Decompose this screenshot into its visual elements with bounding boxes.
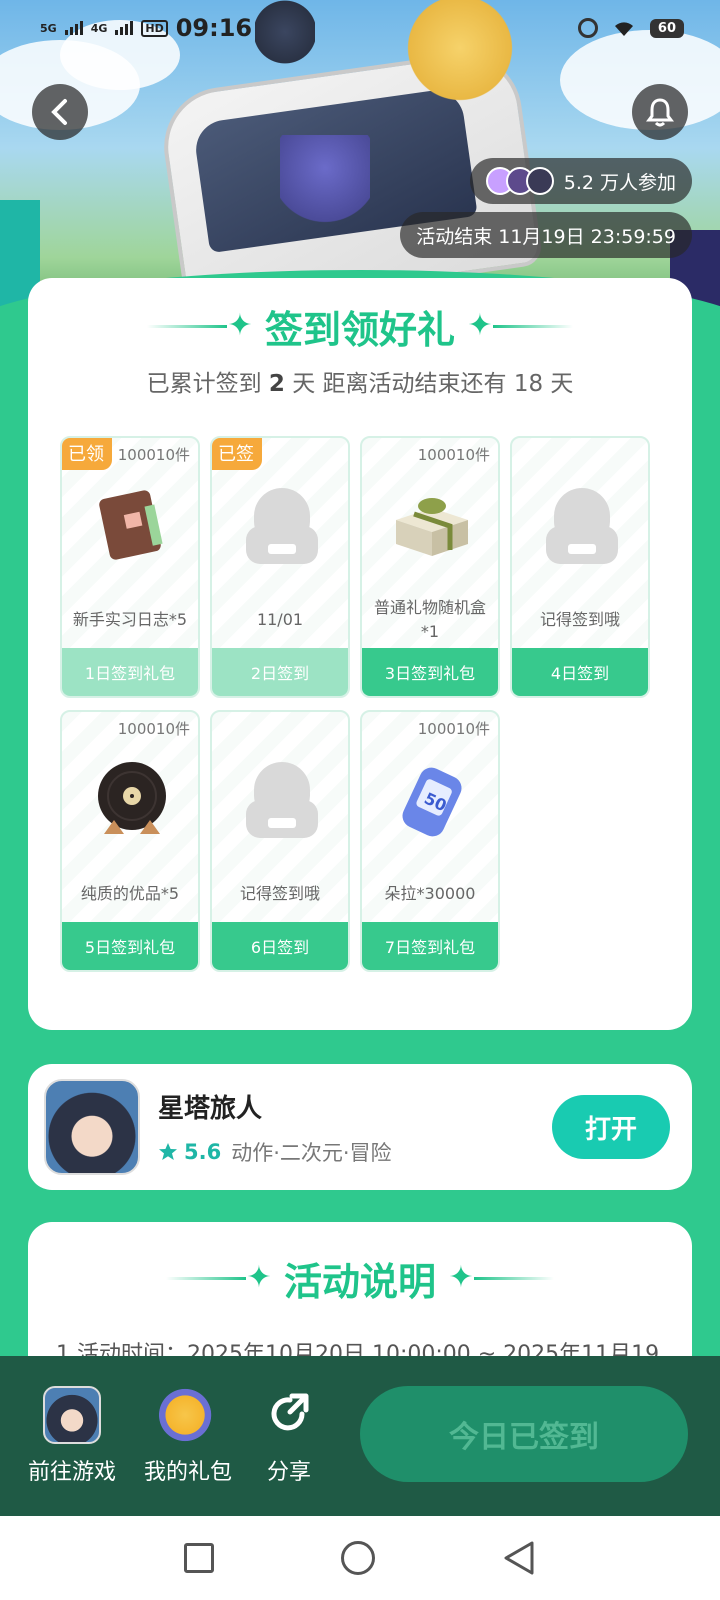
checkin-today-button[interactable]: 今日已签到 <box>360 1386 688 1482</box>
share-button[interactable]: 分享 <box>260 1386 318 1486</box>
title-decoration-right: ✦ <box>467 311 573 341</box>
wifi-icon <box>614 22 633 36</box>
day-label: 3日签到礼包 <box>362 648 498 696</box>
participants-count: 5.2 万人参加 <box>563 171 676 194</box>
coin-roll-icon: 50 <box>390 758 474 842</box>
banner-character-purple <box>280 135 370 245</box>
battery-icon: 60 <box>649 18 684 38</box>
day-label: 2日签到 <box>212 648 348 696</box>
sim1-type: 5G <box>40 21 57 35</box>
share-label: 分享 <box>267 1460 312 1485</box>
day-tile-6[interactable]: 记得签到哦 6日签到 <box>210 710 350 972</box>
participants-pill: 5.2 万人参加 <box>469 158 692 204</box>
item-name: 普通礼物随机盒*1 <box>373 598 486 641</box>
participant-avatars <box>485 167 554 195</box>
day-tile-1[interactable]: 已领 100010件 新手实习日志*5 1日签到礼包 <box>60 436 200 698</box>
item-name: 新手实习日志*5 <box>72 610 188 629</box>
item-quantity: 100010件 <box>117 446 190 464</box>
chevron-left-icon <box>51 99 67 125</box>
item-name: 朵拉*30000 <box>384 884 476 903</box>
notification-button[interactable] <box>632 84 688 140</box>
item-name: 11/01 <box>256 610 304 629</box>
signal-icon <box>64 21 83 35</box>
goto-game-button[interactable]: 前往游戏 <box>28 1386 116 1486</box>
rules-title-row: ✦ 活动说明 ✦ <box>28 1250 692 1306</box>
day-tile-4[interactable]: 记得签到哦 4日签到 <box>510 436 650 698</box>
game-meta: 5.6 动作·二次元·冒险 <box>158 1137 552 1167</box>
item-name: 纯质的优品*5 <box>80 884 180 903</box>
game-name: 星塔旅人 <box>158 1093 263 1124</box>
my-gifts-button[interactable]: 我的礼包 <box>144 1386 232 1486</box>
bottom-action-bar: 前往游戏 我的礼包 分享 今日已签到 <box>0 1356 720 1516</box>
item-name: 记得签到哦 <box>539 610 620 629</box>
system-nav-bar <box>0 1516 720 1600</box>
status-bar: 5G 4G HD 09:16 60 <box>0 0 720 56</box>
title-decoration-left: ✦ <box>165 1263 272 1293</box>
day-label: 5日签到礼包 <box>62 922 198 970</box>
signal-icon-2 <box>115 21 134 35</box>
home-icon[interactable] <box>340 1541 375 1575</box>
back-triangle-icon[interactable] <box>502 1540 536 1576</box>
recents-icon[interactable] <box>183 1543 214 1573</box>
alarm-icon <box>577 18 598 38</box>
day-tile-2[interactable]: 已签 11/01 2日签到 <box>210 436 350 698</box>
item-name: 记得签到哦 <box>239 884 320 903</box>
title-decoration-left: ✦ <box>146 311 253 341</box>
day-tile-5[interactable]: 100010件 纯质的优品*5 5日签到礼包 <box>60 710 200 972</box>
vinyl-record-icon <box>90 758 174 842</box>
game-icon-small <box>43 1386 101 1444</box>
bell-icon <box>646 98 674 127</box>
gift-box-icon <box>390 484 474 568</box>
placeholder-icon <box>240 484 324 568</box>
game-rating: 5.6 <box>158 1140 221 1164</box>
game-info: 星塔旅人 5.6 动作·二次元·冒险 <box>158 1088 552 1167</box>
item-quantity: 100010件 <box>417 720 490 738</box>
day-label: 4日签到 <box>512 648 648 696</box>
sim2-type: 4G <box>90 21 108 35</box>
game-card[interactable]: 星塔旅人 5.6 动作·二次元·冒险 打开 <box>28 1064 692 1190</box>
gift-icon <box>159 1386 218 1444</box>
back-button[interactable] <box>32 84 88 140</box>
checkin-summary: 已累计签到 2 天 距离活动结束还有 18 天 <box>28 364 692 398</box>
goto-game-label: 前往游戏 <box>28 1460 117 1485</box>
end-time-text: 活动结束 11月19日 23:59:59 <box>416 225 676 248</box>
end-time-pill: 活动结束 11月19日 23:59:59 <box>400 212 692 258</box>
hd-voice-icon: HD <box>141 19 168 37</box>
checkin-title: 签到领好礼 <box>264 307 455 352</box>
day-tile-3[interactable]: 100010件 普通礼物随机盒*1 3日签到礼包 <box>360 436 500 698</box>
checkin-card: ✦ 签到领好礼 ✦ 已累计签到 2 天 距离活动结束还有 18 天 已领 100… <box>28 278 692 1030</box>
rules-title: 活动说明 <box>283 1259 436 1304</box>
day-label: 7日签到礼包 <box>362 922 498 970</box>
checkin-title-row: ✦ 签到领好礼 ✦ <box>28 298 692 354</box>
title-decoration-right: ✦ <box>448 1263 554 1293</box>
open-game-button[interactable]: 打开 <box>552 1095 670 1159</box>
day-label: 6日签到 <box>212 922 348 970</box>
status-time: 09:16 <box>175 14 253 42</box>
placeholder-icon <box>540 484 624 568</box>
signed-badge: 已签 <box>212 438 262 470</box>
star-icon <box>159 1142 177 1160</box>
claimed-badge: 已领 <box>62 438 112 470</box>
rating-value: 5.6 <box>184 1139 222 1164</box>
game-icon[interactable] <box>44 1079 140 1175</box>
game-tags: 动作·二次元·冒险 <box>231 1140 392 1165</box>
item-quantity: 100010件 <box>417 446 490 464</box>
day-label: 1日签到礼包 <box>62 648 198 696</box>
item-quantity: 100010件 <box>117 720 190 738</box>
summary-days: 2 <box>268 371 285 397</box>
day-tile-7[interactable]: 100010件 50 朵拉*30000 7日签到礼包 <box>360 710 500 972</box>
placeholder-icon <box>240 758 324 842</box>
my-gifts-label: 我的礼包 <box>144 1460 233 1485</box>
summary-suffix: 天 距离活动结束还有 18 天 <box>292 371 574 397</box>
journal-icon <box>90 484 174 568</box>
summary-prefix: 已累计签到 <box>146 371 262 397</box>
share-icon <box>260 1386 318 1444</box>
